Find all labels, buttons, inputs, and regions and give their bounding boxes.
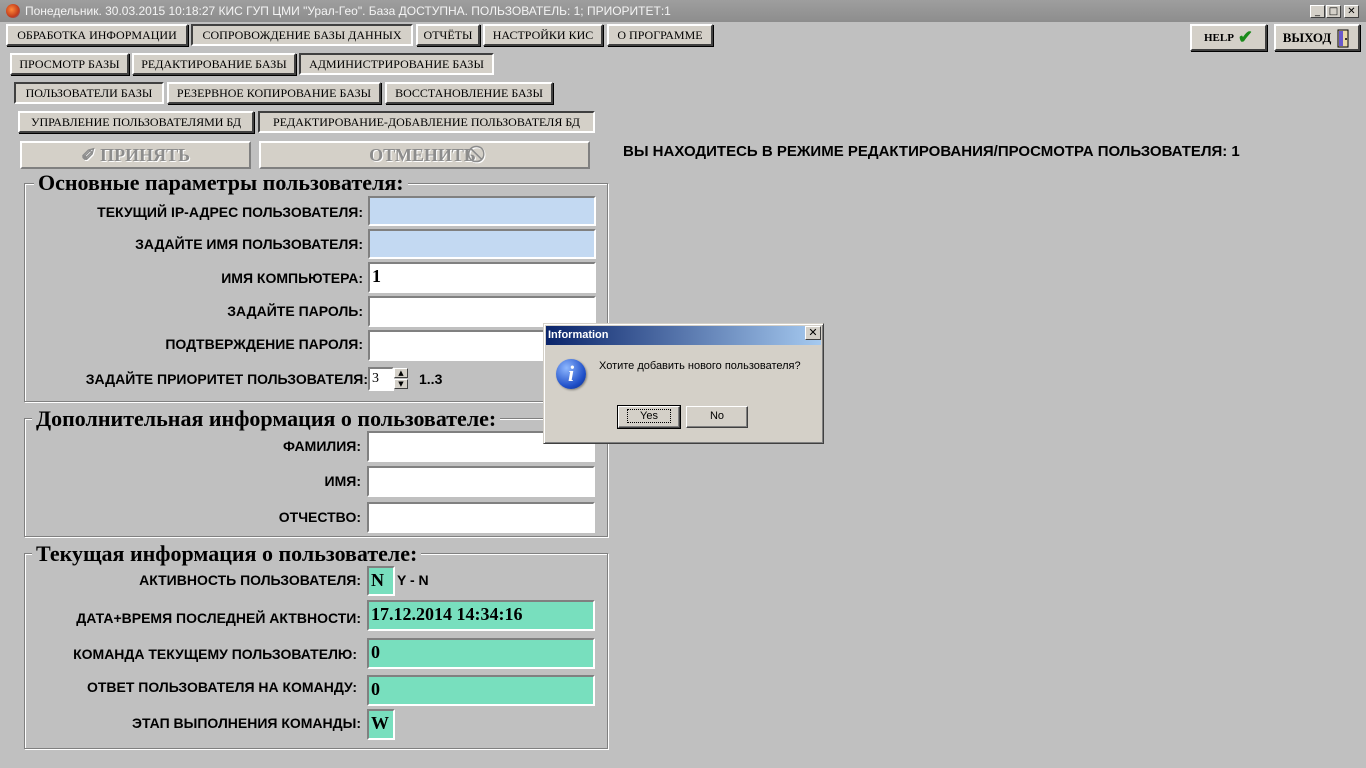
tab-restore[interactable]: ВОССТАНОВЛЕНИЕ БАЗЫ [385, 82, 553, 104]
tab-backup[interactable]: РЕЗЕРВНОЕ КОПИРОВАНИЕ БАЗЫ [167, 82, 381, 104]
command-field[interactable]: 0 [367, 638, 595, 669]
dialog-close-icon[interactable]: ✕ [805, 326, 821, 340]
firstname-label: ИМЯ: [324, 473, 361, 489]
help-label: HELP [1203, 31, 1234, 44]
priority-label: ЗАДАЙТЕ ПРИОРИТЕТ ПОЛЬЗОВАТЕЛЯ: [85, 371, 368, 387]
dialog-title: Information [546, 326, 821, 345]
yes-button[interactable]: Yes [617, 405, 681, 429]
patronymic-field[interactable] [367, 502, 595, 533]
password-label: ЗАДАЙТЕ ПАРОЛЬ: [227, 303, 363, 319]
exit-door-icon [1337, 29, 1349, 47]
last-activity-label: ДАТА+ВРЕМЯ ПОСЛЕДНЕЙ АКТВНОСТИ: [76, 610, 361, 626]
current-info-legend: Текущая информация о пользователе: [32, 543, 422, 565]
yes-label: Yes [627, 409, 671, 423]
command-label: КОМАНДА ТЕКУЩЕМУ ПОЛЬЗОВАТЕЛЮ: [73, 646, 357, 662]
exit-button[interactable]: ВЫХОД [1274, 24, 1360, 51]
cancel-button[interactable]: ОТМЕНИТЬ ⃠ [259, 141, 590, 169]
computer-name-label: ИМЯ КОМПЬЮТЕРА: [221, 270, 363, 286]
mode-status-text: ВЫ НАХОДИТЕСЬ В РЕЖИМЕ РЕДАКТИРОВАНИЯ/ПР… [623, 143, 1240, 160]
computer-name-field[interactable]: 1 [368, 262, 596, 293]
tab-about[interactable]: О ПРОГРАММЕ [607, 24, 713, 46]
maximize-button[interactable]: □ [1326, 5, 1341, 18]
activity-field[interactable]: N [367, 566, 395, 596]
username-field[interactable] [368, 229, 596, 259]
patronymic-label: ОТЧЕСТВО: [278, 509, 361, 525]
priority-field[interactable]: 3 [368, 367, 394, 391]
spin-down-icon[interactable]: ▼ [394, 379, 408, 389]
activity-hint: Y - N [397, 572, 429, 588]
basic-params-legend: Основные параметры пользователя: [34, 172, 408, 194]
close-button[interactable]: ✕ [1344, 5, 1359, 18]
accept-label: ПРИНЯТЬ [100, 144, 190, 165]
last-activity-field[interactable]: 17.12.2014 14:34:16 [367, 600, 595, 631]
tab-edit-db[interactable]: РЕДАКТИРОВАНИЕ БАЗЫ [132, 53, 296, 75]
tab-settings[interactable]: НАСТРОЙКИ КИС [483, 24, 603, 46]
checkmark-icon: ✔ [1237, 27, 1254, 47]
answer-label: ОТВЕТ ПОЛЬЗОВАТЕЛЯ НА КОМАНДУ: [86, 679, 357, 695]
priority-range: 1..3 [419, 371, 443, 387]
window-titlebar: Понедельник. 30.03.2015 10:18:27 КИС ГУП… [0, 0, 1366, 22]
information-dialog: Information ✕ i Хотите добавить нового п… [543, 323, 824, 444]
tab-admin-db[interactable]: АДМИНИСТРИРОВАНИЕ БАЗЫ [299, 53, 494, 75]
tab-reports[interactable]: ОТЧЁТЫ [416, 24, 480, 46]
exit-label: ВЫХОД [1282, 29, 1332, 45]
app-icon [6, 4, 20, 18]
pencil-icon: ✐ [81, 144, 97, 165]
help-button[interactable]: HELP ✔ [1190, 24, 1267, 51]
tab-db-users[interactable]: ПОЛЬЗОВАТЕЛИ БАЗЫ [14, 82, 164, 104]
confirm-password-label: ПОДТВЕРЖДЕНИЕ ПАРОЛЯ: [165, 336, 363, 352]
info-icon: i [556, 359, 586, 389]
firstname-field[interactable] [367, 466, 595, 497]
activity-label: АКТИВНОСТЬ ПОЛЬЗОВАТЕЛЯ: [139, 572, 361, 588]
stage-field[interactable]: W [367, 709, 395, 740]
tab-data-processing[interactable]: ОБРАБОТКА ИНФОРМАЦИИ [6, 24, 188, 46]
cancel-label: ОТМЕНИТЬ [369, 144, 476, 165]
ip-field[interactable] [368, 196, 596, 226]
tab-user-management[interactable]: УПРАВЛЕНИЕ ПОЛЬЗОВАТЕЛЯМИ БД [18, 111, 254, 133]
no-button[interactable]: No [686, 406, 748, 428]
stage-label: ЭТАП ВЫПОЛНЕНИЯ КОМАНДЫ: [132, 715, 361, 731]
spin-up-icon[interactable]: ▲ [394, 368, 408, 378]
accept-button[interactable]: ✐ ПРИНЯТЬ [20, 141, 251, 169]
tab-view-db[interactable]: ПРОСМОТР БАЗЫ [10, 53, 129, 75]
window-title: Понедельник. 30.03.2015 10:18:27 КИС ГУП… [25, 4, 671, 18]
tab-edit-add-user[interactable]: РЕДАКТИРОВАНИЕ-ДОБАВЛЕНИЕ ПОЛЬЗОВАТЕЛЯ Б… [258, 111, 595, 133]
dialog-message: Хотите добавить нового пользователя? [599, 360, 801, 372]
tab-db-support[interactable]: СОПРОВОЖДЕНИЕ БАЗЫ ДАННЫХ [191, 24, 413, 46]
username-label: ЗАДАЙТЕ ИМЯ ПОЛЬЗОВАТЕЛЯ: [135, 236, 363, 252]
answer-field[interactable]: 0 [367, 675, 595, 706]
extra-info-legend: Дополнительная информация о пользователе… [32, 408, 501, 430]
minimize-button[interactable]: _ [1310, 5, 1325, 18]
priority-spinner[interactable]: 3 ▲ ▼ [368, 367, 412, 391]
ip-label: ТЕКУЩИЙ IP-АДРЕС ПОЛЬЗОВАТЕЛЯ: [97, 204, 363, 220]
surname-label: ФАМИЛИЯ: [282, 438, 361, 454]
